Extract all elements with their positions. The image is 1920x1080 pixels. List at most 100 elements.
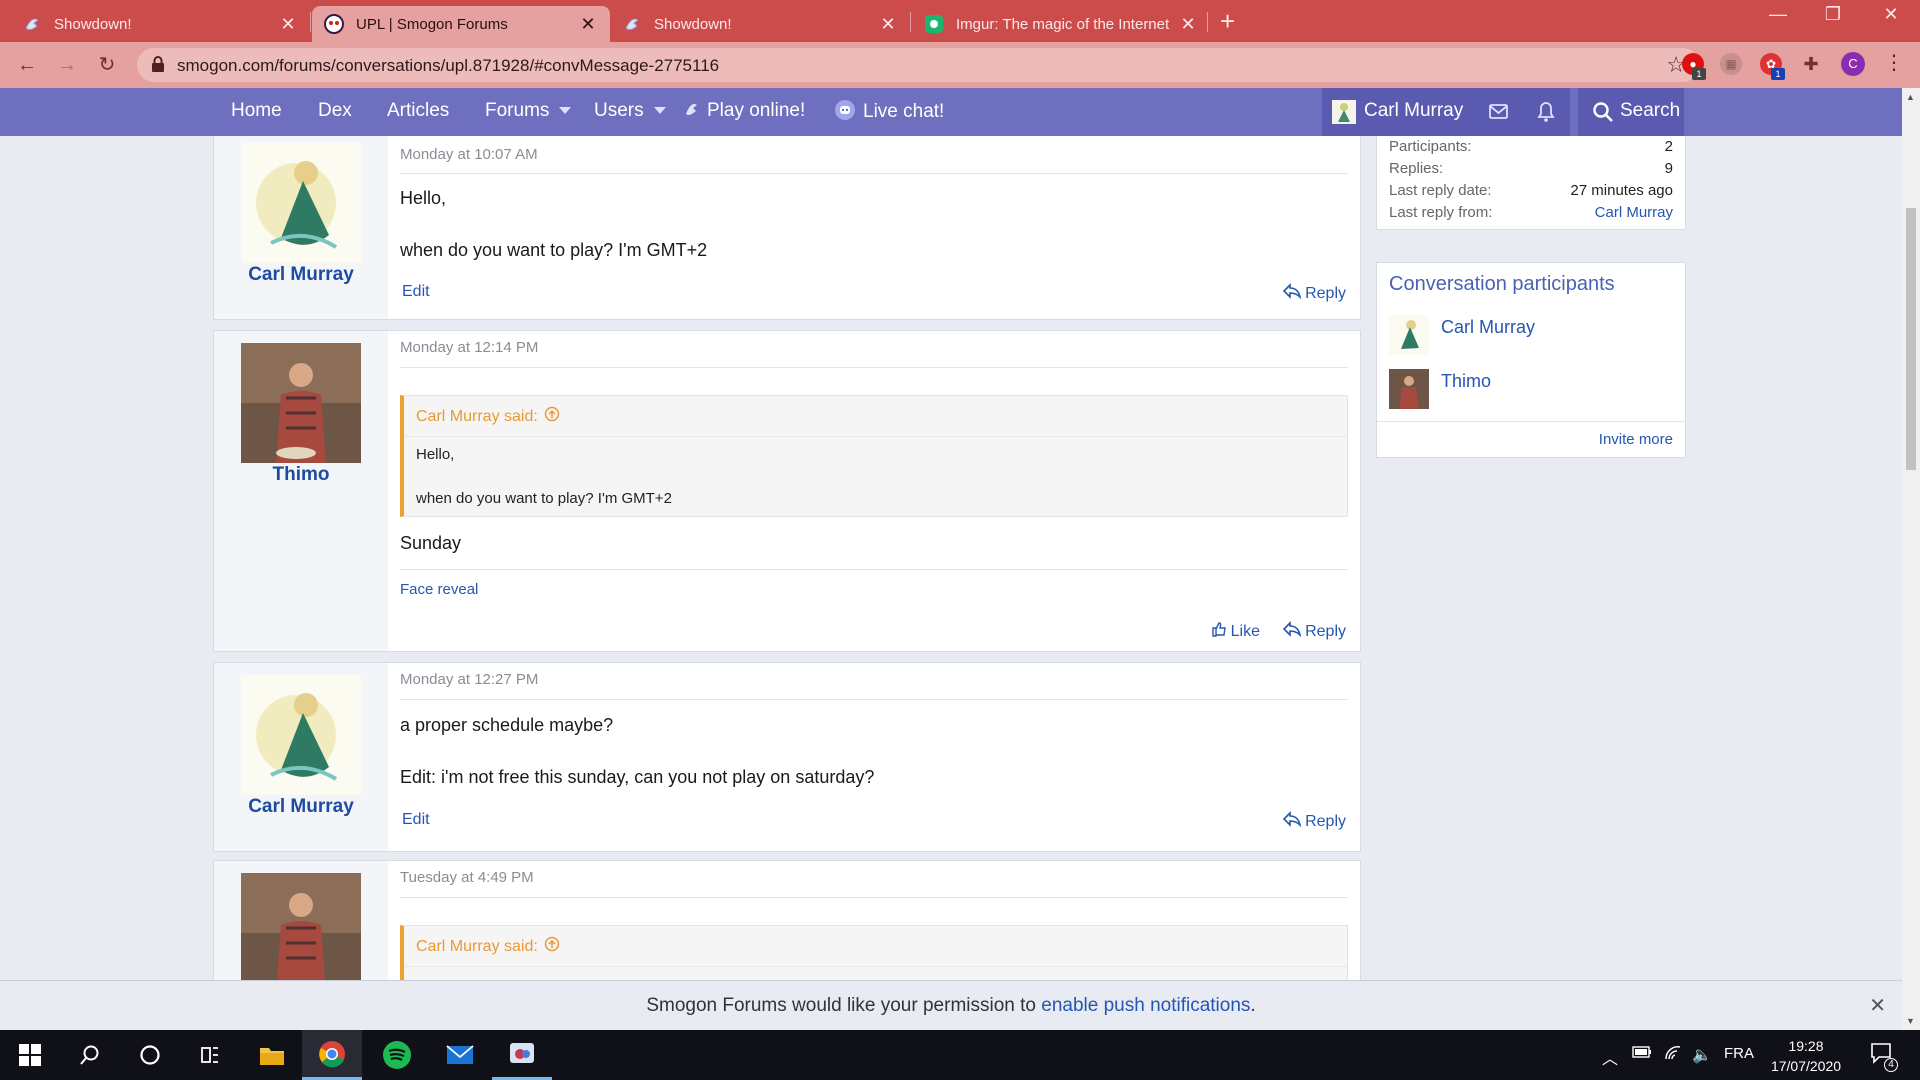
message-date[interactable]: Monday at 10:07 AM (400, 146, 538, 163)
tab-showdown-2[interactable]: Showdown! ✕ (610, 6, 910, 42)
back-arrow-icon[interactable]: ← (12, 50, 42, 80)
file-explorer-icon[interactable] (242, 1030, 302, 1080)
signature-link[interactable]: Face reveal (400, 581, 478, 598)
conversations-envelope-icon[interactable] (1474, 88, 1522, 136)
nav-forums[interactable]: Forums (485, 100, 572, 122)
stat-label: Last reply date: (1389, 182, 1492, 199)
chevron-down-icon[interactable] (653, 107, 666, 115)
signature-divider (400, 569, 1348, 570)
restore-window-icon[interactable]: ❐ (1808, 4, 1858, 25)
volume-icon[interactable]: 🔈 (1692, 1045, 1712, 1065)
task-view-icon[interactable] (180, 1030, 240, 1080)
tab-close-icon[interactable]: ✕ (578, 14, 598, 35)
message-date[interactable]: Monday at 12:27 PM (400, 671, 538, 688)
scrollbar-thumb[interactable] (1906, 208, 1916, 470)
wifi-icon[interactable] (1664, 1045, 1682, 1066)
arrow-up-circle-icon[interactable] (544, 936, 560, 957)
avatar[interactable] (1389, 369, 1429, 409)
alerts-bell-icon[interactable] (1522, 88, 1570, 136)
mail-icon[interactable] (430, 1030, 490, 1080)
browser-menu-icon[interactable]: ⋮ (1884, 50, 1904, 75)
edit-link[interactable]: Edit (402, 811, 430, 829)
avatar[interactable] (241, 143, 361, 263)
edit-link[interactable]: Edit (402, 283, 430, 301)
quote-block: Carl Murray said: (400, 925, 1348, 980)
minimize-window-icon[interactable]: — (1753, 4, 1803, 25)
search-button[interactable]: Search (1578, 88, 1684, 136)
puzzle-extensions-icon[interactable]: ✚ (1800, 53, 1822, 75)
participant-item[interactable]: Carl Murray (1389, 315, 1669, 355)
message-author[interactable]: Carl Murray (214, 264, 388, 286)
quote-header[interactable]: Carl Murray said: (416, 936, 560, 957)
search-icon[interactable] (60, 1030, 120, 1080)
address-bar[interactable]: smogon.com/forums/conversations/upl.8719… (137, 48, 1700, 82)
nav-users[interactable]: Users (594, 100, 666, 122)
participant-name[interactable]: Carl Murray (1441, 317, 1535, 338)
url-text: smogon.com/forums/conversations/upl.8719… (177, 56, 720, 75)
nav-home[interactable]: Home (231, 100, 282, 122)
invite-more-link[interactable]: Invite more (1599, 431, 1673, 448)
close-icon[interactable]: ✕ (1869, 993, 1886, 1018)
participant-name[interactable]: Thimo (1441, 371, 1491, 392)
snipping-tool-icon[interactable] (492, 1030, 552, 1080)
divider (404, 436, 1347, 437)
tab-imgur[interactable]: Imgur: The magic of the Internet ✕ (912, 6, 1210, 42)
arrow-up-circle-icon[interactable] (544, 406, 560, 427)
participants-title: Conversation participants (1389, 273, 1615, 295)
reload-icon[interactable]: ↻ (92, 50, 122, 80)
avatar[interactable] (1389, 315, 1429, 355)
clock[interactable]: 19:28 17/07/2020 (1762, 1036, 1850, 1076)
stat-value-user-link[interactable]: Carl Murray (1595, 204, 1673, 221)
message-date[interactable]: Monday at 12:14 PM (400, 339, 538, 356)
tray-overflow-chevron-icon[interactable]: ︿ (1602, 1045, 1618, 1069)
nav-account[interactable]: Carl Murray (1322, 88, 1474, 136)
avatar[interactable] (241, 873, 361, 980)
windows-start-icon[interactable] (0, 1030, 60, 1080)
browser-tab-bar: Showdown! ✕ UPL | Smogon Forums ✕ Showdo… (0, 0, 1920, 42)
quote-block: Carl Murray said: Hello, when do you wan… (400, 395, 1348, 517)
divider (400, 173, 1348, 174)
close-window-icon[interactable]: ✕ (1866, 4, 1916, 25)
scroll-down-arrow-icon[interactable]: ▼ (1906, 1016, 1915, 1026)
reply-button[interactable]: Reply (1282, 283, 1346, 304)
nav-articles[interactable]: Articles (387, 100, 449, 122)
tab-showdown-1[interactable]: Showdown! ✕ (10, 6, 310, 42)
stat-participants: Participants: 2 (1389, 138, 1673, 160)
avatar[interactable] (241, 343, 361, 463)
input-language[interactable]: FRA (1724, 1045, 1754, 1062)
stat-value: 27 minutes ago (1570, 182, 1673, 199)
quote-header[interactable]: Carl Murray said: (416, 406, 560, 427)
message-author[interactable]: Thimo (214, 464, 388, 486)
extension-grid-icon[interactable]: ▦ (1720, 53, 1742, 75)
new-tab-plus-icon[interactable]: + (1220, 6, 1235, 37)
message-author[interactable]: Carl Murray (214, 796, 388, 818)
message-date[interactable]: Tuesday at 4:49 PM (400, 869, 534, 886)
like-button[interactable]: Like (1211, 621, 1260, 642)
reply-button[interactable]: Reply (1282, 621, 1346, 642)
like-label: Like (1230, 622, 1260, 640)
battery-icon[interactable] (1632, 1045, 1652, 1064)
nav-live-chat[interactable]: Live chat! (835, 100, 944, 123)
divider (1377, 421, 1685, 422)
cortana-circle-icon[interactable] (120, 1030, 180, 1080)
tab-close-icon[interactable]: ✕ (878, 14, 898, 35)
nav-dex[interactable]: Dex (318, 100, 352, 122)
enable-push-link[interactable]: enable push notifications (1041, 995, 1250, 1016)
page-scrollbar[interactable]: ▲ ▼ (1902, 88, 1920, 1030)
forward-arrow-icon[interactable]: → (52, 50, 82, 80)
spotify-icon[interactable] (367, 1030, 427, 1080)
participant-item[interactable]: Thimo (1389, 369, 1669, 409)
tab-upl-smogon[interactable]: UPL | Smogon Forums ✕ (312, 6, 610, 42)
nav-play-online[interactable]: Play online! (683, 100, 805, 122)
chevron-down-icon[interactable] (559, 107, 572, 115)
chrome-taskbar-icon[interactable] (302, 1030, 362, 1080)
reply-button[interactable]: Reply (1282, 811, 1346, 832)
reply-arrow-icon (1282, 621, 1302, 642)
tab-title: Showdown! (654, 15, 732, 33)
tab-close-icon[interactable]: ✕ (278, 14, 298, 35)
tab-close-icon[interactable]: ✕ (1178, 14, 1198, 35)
scroll-up-arrow-icon[interactable]: ▲ (1906, 92, 1915, 102)
avatar[interactable] (241, 675, 361, 795)
tab-title: UPL | Smogon Forums (356, 15, 508, 33)
profile-avatar[interactable]: C (1841, 52, 1865, 76)
